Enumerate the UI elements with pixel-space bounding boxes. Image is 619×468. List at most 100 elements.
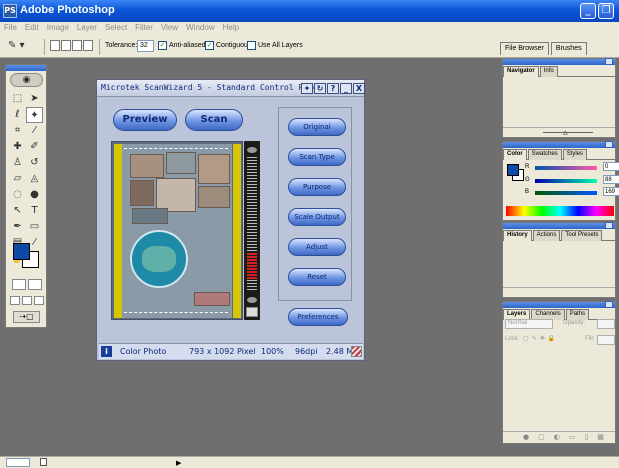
scan-button[interactable]: Scan [185, 109, 243, 131]
minimize-scan-button[interactable]: _ [340, 83, 352, 94]
opacity-input[interactable] [597, 319, 615, 329]
scale-bottom-knob[interactable] [247, 297, 257, 303]
scale-tick [247, 160, 257, 161]
preferences-button[interactable]: Preferences [288, 308, 348, 326]
move-tool-icon[interactable]: ➤ [26, 91, 43, 107]
tab-actions[interactable]: Actions [532, 230, 561, 241]
scan-preview-area[interactable] [111, 141, 243, 320]
status-arrow-icon[interactable]: ▶ [176, 459, 181, 467]
palette-minimize-icon[interactable] [605, 141, 613, 148]
marquee-tool-icon[interactable]: ⬚ [9, 91, 26, 107]
tab-history[interactable]: History [503, 230, 532, 241]
green-value[interactable]: 88 [603, 175, 619, 184]
contiguous-checkbox[interactable]: ✓ [205, 41, 214, 50]
quick-mask-icon[interactable] [28, 279, 42, 290]
tab-color[interactable]: Color [503, 149, 527, 160]
brush-tool-icon[interactable]: ✐ [26, 139, 43, 155]
pen-tool-icon[interactable]: ✒ [9, 219, 26, 235]
close-scan-button[interactable]: X [353, 83, 365, 94]
eraser-tool-icon[interactable]: ▱ [9, 171, 26, 187]
preview-button[interactable]: Preview [113, 109, 177, 131]
crop-tool-icon[interactable]: ⌗ [9, 123, 26, 139]
tab-info[interactable]: Info [539, 66, 558, 77]
scanwizard-window: Microtek ScanWizard 5 - Standard Control… [96, 79, 365, 361]
menu-filter[interactable]: Filter [131, 22, 157, 32]
exposure-scale[interactable] [244, 141, 260, 320]
photoshop-eye-icon[interactable]: ◉ [10, 73, 43, 87]
color-ramp[interactable] [506, 206, 614, 216]
screen-mode-full-menu-icon[interactable] [22, 296, 32, 305]
foreground-color-swatch[interactable] [13, 243, 30, 260]
toolbox-header[interactable] [6, 65, 46, 71]
history-palette: History Actions Tool Presets [502, 222, 616, 298]
help-button[interactable]: ? [327, 83, 339, 94]
color-foreground-swatch[interactable] [507, 164, 519, 176]
standard-mode-icon[interactable] [12, 279, 26, 290]
use-all-layers-checkbox[interactable] [247, 41, 256, 50]
history-brush-icon[interactable]: ↺ [26, 155, 43, 171]
scale-tick [247, 193, 257, 194]
type-tool-icon[interactable]: T [26, 203, 43, 219]
fill-input[interactable] [597, 335, 615, 345]
slice-tool-icon[interactable]: ⁄ [26, 123, 43, 139]
magic-wand-tool-icon[interactable]: ✦ [26, 107, 43, 123]
original-button[interactable]: Original [288, 118, 346, 136]
tab-swatches[interactable]: Swatches [527, 149, 562, 160]
tab-navigator[interactable]: Navigator [503, 66, 539, 77]
anti-aliased-checkbox[interactable]: ✓ [158, 41, 167, 50]
menu-window[interactable]: Window [182, 22, 218, 32]
tab-tool-presets[interactable]: Tool Presets [561, 230, 603, 241]
adjust-button[interactable]: Adjust [288, 238, 346, 256]
tab-file-browser[interactable]: File Browser [500, 42, 549, 55]
scanner-settings-icon[interactable]: ✦ [301, 83, 313, 94]
palette-minimize-icon[interactable] [605, 58, 613, 65]
info-icon[interactable]: i [101, 346, 112, 357]
blur-tool-icon[interactable]: ◌ [9, 187, 26, 203]
navigator-zoom-slider[interactable]: △ [503, 127, 615, 137]
layer-action-icons[interactable]: ●▢◐▭▯▦ [523, 433, 613, 441]
jump-to-imageready-icon[interactable]: ⇢▢ [13, 311, 40, 323]
palette-minimize-icon[interactable] [605, 301, 613, 308]
lock-icons[interactable]: ▢✎✥🔒 [523, 335, 558, 342]
tab-brushes[interactable]: Brushes [550, 42, 587, 55]
document-info-icon[interactable] [40, 458, 47, 466]
path-select-icon[interactable]: ↖ [9, 203, 26, 219]
minimize-button[interactable]: _ [580, 3, 596, 19]
screen-mode-full-icon[interactable] [34, 296, 44, 305]
menu-file[interactable]: File [0, 22, 21, 32]
tolerance-input[interactable]: 32 [137, 40, 154, 52]
scan-type-button[interactable]: Scan Type [288, 148, 346, 166]
tab-styles[interactable]: Styles [562, 149, 588, 160]
clone-stamp-icon[interactable]: ♙ [9, 155, 26, 171]
menu-layer[interactable]: Layer [73, 22, 101, 32]
blend-mode-select[interactable]: Normal [505, 319, 553, 329]
screen-mode-standard-icon[interactable] [10, 296, 20, 305]
purpose-button[interactable]: Purpose [288, 178, 346, 196]
menu-help[interactable]: Help [219, 22, 243, 32]
scale-tick [247, 181, 257, 182]
menu-select[interactable]: Select [101, 22, 131, 32]
gradient-tool-icon[interactable]: ◬ [26, 171, 43, 187]
menu-view[interactable]: View [157, 22, 182, 32]
selection-mode-buttons[interactable] [50, 40, 94, 53]
healing-brush-icon[interactable]: ✚ [9, 139, 26, 155]
menu-edit[interactable]: Edit [21, 22, 43, 32]
palette-minimize-icon[interactable] [605, 222, 613, 229]
zoom-field[interactable] [6, 458, 30, 467]
resize-grip-icon[interactable] [351, 346, 362, 357]
scanner-icon[interactable] [246, 307, 258, 317]
blue-value[interactable]: 169 [603, 187, 619, 196]
status-bar: ▶ [0, 456, 619, 468]
reset-button[interactable]: Reset [288, 268, 346, 286]
magic-wand-icon[interactable]: ✎ ▾ [8, 40, 30, 54]
scale-top-knob[interactable] [247, 147, 257, 153]
scanwizard-title-bar[interactable]: Microtek ScanWizard 5 - Standard Control… [97, 80, 365, 97]
menu-image[interactable]: Image [43, 22, 73, 32]
red-value[interactable]: 0 [603, 162, 619, 171]
dodge-tool-icon[interactable]: ● [26, 187, 43, 203]
shape-tool-icon[interactable]: ▭ [26, 219, 43, 235]
lasso-tool-icon[interactable]: ℓ [9, 107, 26, 123]
restore-button[interactable]: ❐ [598, 3, 614, 19]
scale-output-button[interactable]: Scale Output [288, 208, 346, 226]
refresh-icon[interactable]: ↻ [314, 83, 326, 94]
